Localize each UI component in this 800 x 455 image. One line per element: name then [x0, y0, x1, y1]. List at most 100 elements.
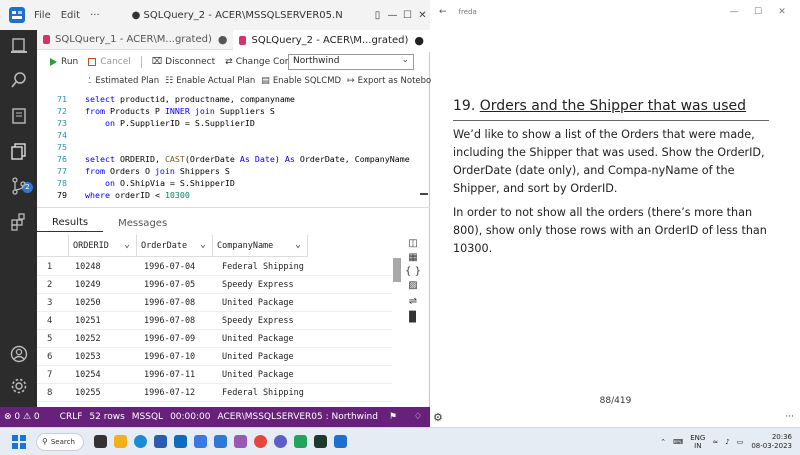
tab-sqlquery-2[interactable]: SQLQuery_2 - ACER\M...grated) ● [233, 29, 430, 52]
task-view-icon[interactable] [94, 435, 107, 448]
table-cell[interactable]: Speedy Express [222, 280, 294, 290]
notifications-bell-icon[interactable]: ♢ [414, 412, 422, 422]
copy-icon[interactable]: ⇌ [405, 296, 421, 310]
feedback-icon[interactable]: ⚑ [389, 412, 397, 422]
column-header-orderid[interactable]: ORDERID ⌄ [69, 235, 137, 257]
store-icon[interactable] [154, 435, 167, 448]
windows-start-icon[interactable] [12, 434, 26, 449]
table-cell[interactable]: 1996-07-08 [144, 298, 195, 308]
column-chevron-icon[interactable]: ⌄ [124, 239, 130, 250]
mail-icon[interactable] [174, 435, 187, 448]
disconnect-button[interactable]: ⌧ Disconnect [152, 57, 215, 67]
results-splitter[interactable] [37, 207, 430, 208]
back-arrow-icon[interactable]: ← [439, 7, 447, 17]
table-cell[interactable]: 10252 [75, 334, 101, 344]
database-select[interactable]: Northwind ⌄ [288, 54, 414, 70]
menu-edit[interactable]: Edit [61, 10, 80, 21]
extensions-icon[interactable] [9, 212, 29, 232]
table-cell[interactable]: 10251 [75, 316, 101, 326]
sql-editor[interactable]: 71 select productid, productname, company… [37, 93, 430, 204]
table-cell[interactable]: Federal Shipping [222, 262, 304, 272]
discord-icon[interactable] [274, 435, 287, 448]
table-cell[interactable]: 1996-07-05 [144, 280, 195, 290]
search-icon[interactable] [9, 70, 29, 90]
azure-data-studio-icon[interactable] [334, 435, 347, 448]
table-cell[interactable]: 1996-07-09 [144, 334, 195, 344]
minimize-button[interactable]: — [385, 10, 400, 21]
table-cell[interactable]: United Package [222, 352, 294, 362]
code-line[interactable]: 79 where orderID < 10300 [37, 189, 430, 201]
table-row[interactable]: 4 10251 1996-07-08 Speedy Express [37, 312, 392, 330]
grid-scrollbar[interactable] [393, 256, 401, 406]
taskbar-search[interactable]: ⚲ Search [36, 432, 84, 451]
chrome-icon[interactable] [254, 435, 267, 448]
table-cell[interactable]: 1996-07-12 [144, 388, 195, 398]
tab-results[interactable]: Results [37, 217, 104, 232]
wifi-icon[interactable]: ≈ [712, 438, 718, 446]
row-number[interactable]: 4 [47, 316, 52, 326]
file-explorer-icon[interactable] [114, 435, 127, 448]
row-number[interactable]: 2 [47, 280, 52, 290]
row-number[interactable]: 5 [47, 334, 52, 344]
table-cell[interactable]: 10250 [75, 298, 101, 308]
app-icon[interactable] [194, 435, 207, 448]
notebook-icon[interactable] [9, 106, 29, 126]
battery-icon[interactable]: ▭ [737, 438, 744, 446]
source-control-icon[interactable] [9, 176, 29, 196]
table-row[interactable]: 2 10249 1996-07-05 Speedy Express [37, 276, 392, 294]
table-row[interactable]: 8 10255 1996-07-12 Federal Shipping [37, 384, 392, 402]
estimated-plan-button[interactable]: ⍘ Estimated Plan [87, 76, 159, 86]
vscode-icon[interactable] [214, 435, 227, 448]
table-cell[interactable]: 1996-07-08 [144, 316, 195, 326]
table-row[interactable]: 5 10252 1996-07-09 United Package [37, 330, 392, 348]
code-line[interactable]: 76 select ORDERID, CAST(OrderDate As Date… [37, 153, 430, 165]
layout-icon[interactable]: ▯ [370, 10, 385, 21]
settings-gear-icon[interactable] [9, 376, 29, 396]
account-icon[interactable] [9, 344, 29, 364]
table-cell[interactable]: 10255 [75, 388, 101, 398]
enable-actual-plan-button[interactable]: ☷ Enable Actual Plan [165, 76, 255, 86]
clock[interactable]: 20:36 08-03-2023 [751, 433, 792, 451]
more-options-icon[interactable]: ··· [785, 412, 794, 422]
scrollbar-thumb[interactable] [393, 258, 401, 282]
explorer-icon[interactable] [9, 142, 29, 162]
pdf-close-button[interactable]: ✕ [770, 7, 794, 17]
pdf-maximize-button[interactable]: ☐ [746, 7, 770, 17]
column-chevron-icon[interactable]: ⌄ [295, 239, 301, 250]
code-line[interactable]: 73 on P.SupplierID = S.SupplierID [37, 117, 430, 129]
table-row[interactable]: 6 10253 1996-07-10 United Package [37, 348, 392, 366]
keyboard-icon[interactable]: ⌨ [673, 438, 683, 446]
table-cell[interactable]: United Package [222, 298, 294, 308]
menu-more[interactable]: ··· [90, 10, 100, 21]
table-cell[interactable]: Federal Shipping [222, 388, 304, 398]
chart-icon[interactable]: ▉ [405, 312, 421, 326]
app-icon[interactable] [294, 435, 307, 448]
table-cell[interactable]: 10254 [75, 370, 101, 380]
tab-messages[interactable]: Messages [103, 218, 182, 232]
tab-sqlquery-1[interactable]: SQLQuery_1 - ACER\M...grated) ● [37, 30, 233, 50]
code-line[interactable]: 74 [37, 129, 430, 141]
tab-modified-dot[interactable]: ● [414, 34, 424, 47]
row-number[interactable]: 3 [47, 298, 52, 308]
gear-icon[interactable]: ⚙ [433, 411, 443, 424]
run-button[interactable]: Run [50, 57, 78, 67]
code-line[interactable]: 75 [37, 141, 430, 153]
table-row[interactable]: 7 10254 1996-07-11 United Package [37, 366, 392, 384]
table-cell[interactable]: 1996-07-11 [144, 370, 195, 380]
row-number[interactable]: 7 [47, 370, 52, 380]
table-cell[interactable]: United Package [222, 334, 294, 344]
column-header-companyname[interactable]: CompanyName ⌄ [213, 235, 308, 257]
save-json-icon[interactable]: { } [405, 266, 421, 280]
problems-status[interactable]: ⊗ 0 ⚠ 0 [4, 412, 40, 422]
connections-icon[interactable] [9, 36, 29, 56]
save-xml-icon[interactable]: ▨ [405, 280, 421, 294]
app-icon[interactable] [234, 435, 247, 448]
column-chevron-icon[interactable]: ⌄ [200, 239, 206, 250]
chevron-up-icon[interactable]: ⌃ [660, 438, 666, 446]
table-cell[interactable]: 10253 [75, 352, 101, 362]
table-cell[interactable]: 1996-07-10 [144, 352, 195, 362]
enable-sqlcmd-button[interactable]: ▤ Enable SQLCMD [261, 76, 341, 86]
terminal-icon[interactable] [314, 435, 327, 448]
row-number[interactable]: 6 [47, 352, 52, 362]
table-cell[interactable]: 10248 [75, 262, 101, 272]
